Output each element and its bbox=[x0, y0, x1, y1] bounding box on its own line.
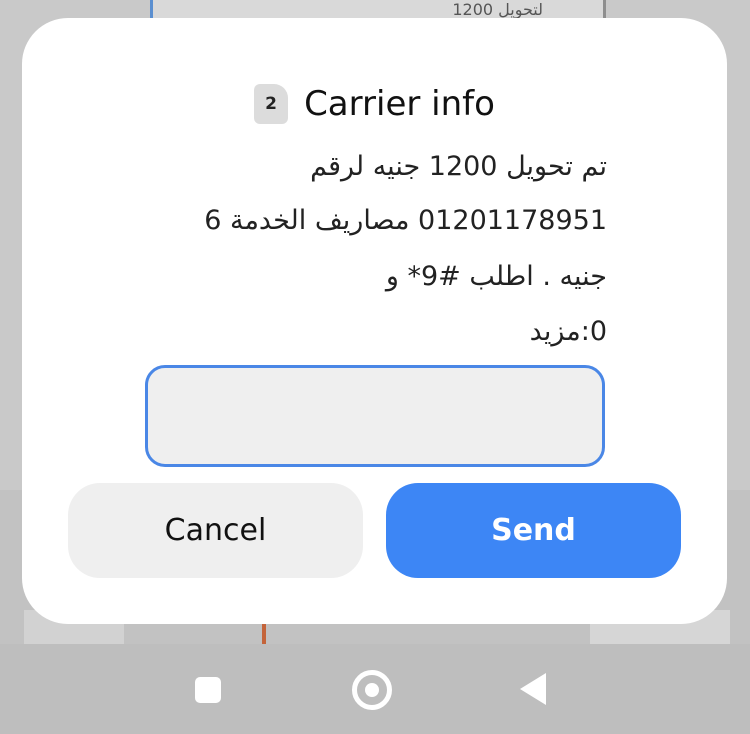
cancel-button[interactable]: Cancel bbox=[68, 483, 363, 578]
recent-apps-icon[interactable] bbox=[195, 677, 221, 703]
message-line: 0:مزيد bbox=[529, 316, 607, 347]
sim-card-icon: 2 bbox=[254, 84, 289, 124]
reply-input[interactable] bbox=[145, 365, 605, 467]
send-button[interactable]: Send bbox=[386, 483, 681, 578]
navigation-bar bbox=[0, 644, 750, 734]
back-icon[interactable] bbox=[520, 673, 546, 705]
message-line: تم تحويل 1200 جنيه لرقم bbox=[310, 151, 607, 182]
message-line: 01201178951 مصاريف الخدمة 6 bbox=[204, 205, 607, 236]
message-line: جنيه . اطلب #9* و bbox=[385, 261, 607, 292]
background-message-text: لتحويل 1200 bbox=[452, 0, 543, 19]
dialog-header: 2 Carrier info bbox=[22, 84, 727, 124]
carrier-info-dialog: 2 Carrier info تم تحويل 1200 جنيه لرقم 0… bbox=[22, 18, 727, 624]
dialog-title: Carrier info bbox=[304, 84, 495, 124]
home-icon[interactable] bbox=[352, 670, 392, 710]
home-icon-dot bbox=[365, 683, 379, 697]
background-accent bbox=[262, 622, 266, 644]
